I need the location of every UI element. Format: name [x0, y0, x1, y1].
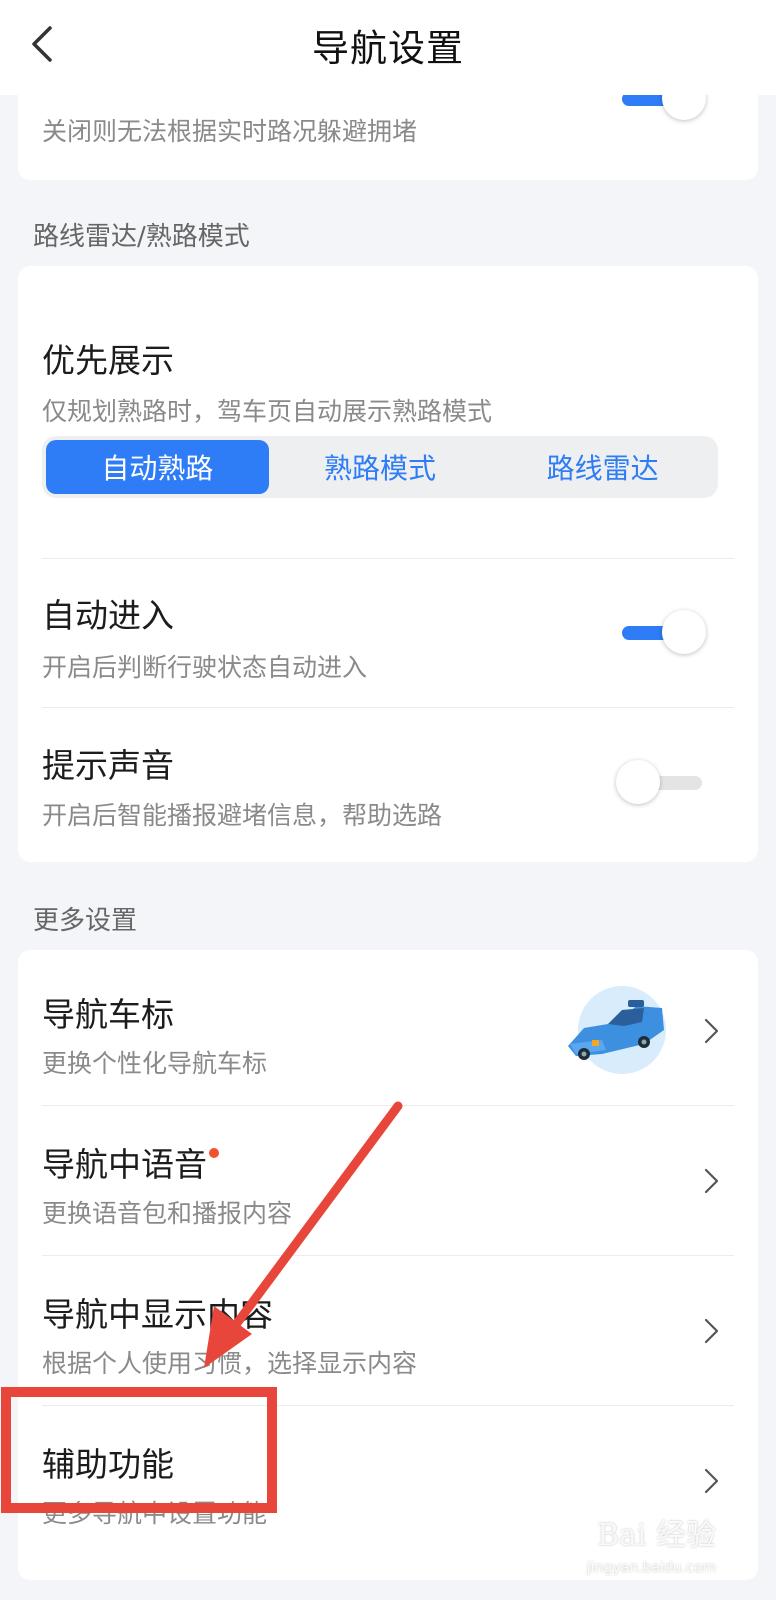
item-title: 导航车标: [42, 995, 174, 1034]
item-title: 导航中显示内容: [42, 1295, 273, 1334]
item-sub: 更换语音包和播报内容: [42, 1199, 293, 1228]
priority-segmented-control: 自动熟路 熟路模式 路线雷达: [42, 436, 718, 498]
chevron-right-icon: [704, 1018, 719, 1044]
seg-option-familiar[interactable]: 熟路模式: [269, 440, 492, 494]
list-item-car-icon[interactable]: 导航车标 更换个性化导航车标: [18, 950, 758, 1105]
item-title: 导航中语音: [42, 1138, 219, 1186]
traffic-avoid-sub: 关闭则无法根据实时路况躲避拥堵: [42, 117, 418, 146]
item-title-text: 导航中语音: [42, 1145, 207, 1184]
taxi-car-icon: [568, 986, 666, 1074]
auto-enter-title: 自动进入: [42, 596, 174, 635]
more-settings-card: 导航车标 更换个性化导航车标 导航中语音 更换语音包和播报内容 导航中显示内容 …: [18, 950, 758, 1580]
section-label-more: 更多设置: [33, 906, 138, 936]
priority-title: 优先展示: [42, 341, 174, 380]
chevron-right-icon: [704, 1168, 719, 1194]
seg-option-auto[interactable]: 自动熟路: [46, 440, 269, 494]
divider: [42, 558, 734, 559]
item-sub: 更多导航中设置功能: [42, 1499, 268, 1528]
section-label-route: 路线雷达/熟路模式: [33, 222, 250, 252]
list-item-voice[interactable]: 导航中语音 更换语音包和播报内容: [18, 1106, 758, 1255]
sound-title: 提示声音: [42, 746, 174, 785]
chevron-right-icon: [704, 1318, 719, 1344]
item-sub: 更换个性化导航车标: [42, 1049, 268, 1078]
page-title: 导航设置: [312, 27, 464, 70]
auto-enter-toggle[interactable]: [616, 608, 708, 658]
sound-sub: 开启后智能播报避堵信息，帮助选路: [42, 801, 443, 830]
watermark-logo: Bai 经验: [596, 1518, 716, 1553]
new-badge-dot: [209, 1148, 219, 1158]
sound-toggle[interactable]: [616, 758, 708, 808]
chevron-right-icon: [704, 1468, 719, 1494]
list-item-display-content[interactable]: 导航中显示内容 根据个人使用习惯，选择显示内容: [18, 1256, 758, 1405]
auto-enter-sub: 开启后判断行驶状态自动进入: [42, 653, 368, 682]
watermark-url: jingyan.baidu.com: [586, 1560, 716, 1576]
route-mode-card: 优先展示 仅规划熟路时，驾车页自动展示熟路模式 自动熟路 熟路模式 路线雷达 自…: [18, 266, 758, 862]
seg-option-radar[interactable]: 路线雷达: [491, 440, 714, 494]
divider: [42, 707, 734, 708]
priority-sub: 仅规划熟路时，驾车页自动展示熟路模式: [42, 397, 493, 426]
toggle-knob: [616, 760, 660, 804]
item-title: 辅助功能: [42, 1445, 174, 1484]
item-sub: 根据个人使用习惯，选择显示内容: [42, 1349, 418, 1378]
top-nav-bar: 导航设置: [0, 0, 776, 95]
toggle-knob: [662, 610, 706, 654]
